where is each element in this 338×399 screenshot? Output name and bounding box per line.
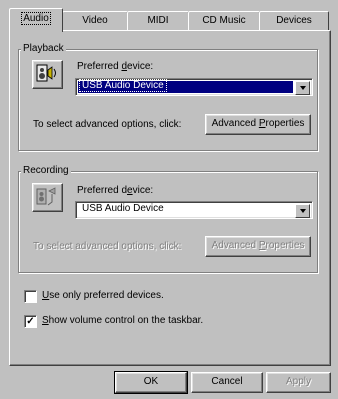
recording-advanced-properties-button[interactable]: Advanced Properties	[205, 236, 311, 257]
tab-midi-label: MIDI	[147, 15, 169, 26]
playback-dropdown-button[interactable]	[295, 81, 310, 95]
recording-dropdown-button[interactable]	[295, 204, 310, 218]
playback-group	[18, 49, 318, 151]
playback-device-selection: USB Audio Device	[78, 79, 293, 93]
recording-device-value: USB Audio Device	[82, 203, 164, 214]
tab-audio-label: Audio	[21, 12, 51, 25]
playback-preferred-label-pre: Preferred	[77, 61, 122, 72]
cancel-label: Cancel	[211, 376, 243, 387]
use-only-preferred-checkbox[interactable]	[24, 290, 37, 303]
use-only-rest: se only preferred devices.	[49, 290, 164, 301]
tab-cd-music-label: CD Music	[202, 15, 246, 26]
microphone-icon	[32, 183, 63, 212]
microphone-icon-graphic	[36, 187, 56, 206]
show-volume-checkbox[interactable]: ✓	[24, 315, 37, 328]
chevron-down-icon	[299, 209, 306, 213]
recording-group	[18, 171, 318, 273]
cancel-button[interactable]: Cancel	[191, 372, 263, 393]
tab-midi[interactable]: MIDI	[127, 11, 189, 30]
recording-advanced-text: To select advanced options, click:	[33, 241, 182, 252]
recording-legend: Recording	[21, 165, 71, 176]
recording-preferred-label-pre: Preferred d	[77, 185, 128, 196]
tab-video[interactable]: Video	[62, 11, 128, 30]
recording-preferred-label: Preferred device:	[77, 185, 153, 196]
tab-video-label: Video	[82, 15, 108, 26]
tab-audio[interactable]: Audio	[9, 8, 63, 32]
apply-button[interactable]: Apply	[266, 372, 331, 393]
use-only-preferred-label[interactable]: Use only preferred devices.	[42, 290, 164, 301]
playback-device-select[interactable]: USB Audio Device	[75, 78, 313, 96]
chevron-down-icon	[299, 86, 306, 90]
show-volume-key: S	[42, 315, 49, 326]
playback-advanced-btn-post: roperties	[265, 118, 305, 129]
tab-devices[interactable]: Devices	[259, 11, 329, 30]
playback-advanced-btn-key: P	[258, 118, 266, 129]
recording-advanced-btn-pre: Advanced	[211, 240, 259, 251]
playback-preferred-label: Preferred device:	[77, 61, 153, 72]
speaker-icon-graphic	[36, 64, 56, 82]
tab-devices-label: Devices	[276, 15, 312, 26]
check-mark-icon: ✓	[26, 316, 35, 327]
playback-legend: Playback	[21, 43, 66, 54]
speaker-icon	[32, 60, 63, 89]
playback-device-value: USB Audio Device	[79, 79, 167, 92]
show-volume-rest: how volume control on the taskbar.	[48, 315, 204, 326]
playback-advanced-text: To select advanced options, click:	[33, 119, 182, 130]
ok-label: OK	[143, 376, 159, 387]
show-volume-label[interactable]: Show volume control on the taskbar.	[42, 315, 203, 326]
recording-preferred-label-post: vice:	[132, 185, 154, 196]
ok-button[interactable]: OK	[114, 371, 188, 394]
recording-advanced-btn-post: roperties	[265, 240, 305, 251]
tab-cd-music[interactable]: CD Music	[188, 11, 260, 30]
recording-advanced-btn-key: P	[258, 240, 266, 251]
playback-advanced-btn-pre: Advanced	[211, 118, 259, 129]
playback-advanced-properties-button[interactable]: Advanced Properties	[205, 114, 311, 135]
recording-device-select[interactable]: USB Audio Device	[75, 201, 313, 219]
apply-label: Apply	[285, 376, 311, 387]
playback-preferred-label-post: evice:	[127, 61, 154, 72]
